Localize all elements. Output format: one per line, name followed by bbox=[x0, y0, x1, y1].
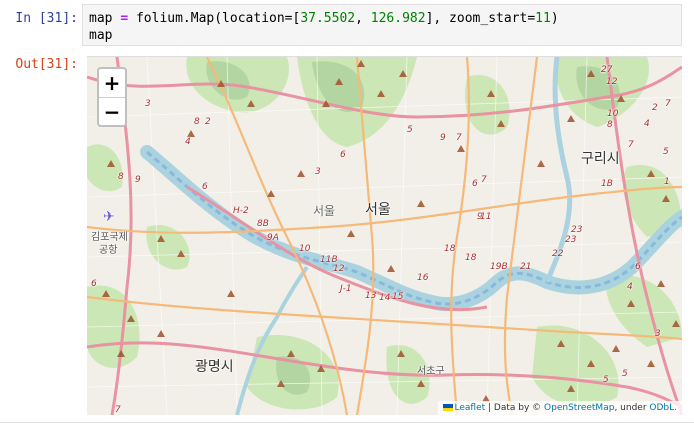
road-number: 8B bbox=[257, 219, 269, 229]
road-number: H-2 bbox=[233, 206, 249, 216]
road-number: 6 bbox=[472, 179, 478, 189]
osm-link[interactable]: OpenStreetMap bbox=[544, 403, 614, 413]
road-number: 18 bbox=[444, 244, 456, 254]
road-number: 23 bbox=[571, 225, 583, 235]
seocho-label: 서초구 bbox=[417, 366, 445, 377]
code-call: folium.Map(location=[ bbox=[128, 11, 301, 26]
road-number: 6 bbox=[202, 182, 208, 192]
road-number: 3 bbox=[655, 329, 661, 339]
output-prompt: Out[31]: bbox=[15, 57, 78, 72]
code-sep: , bbox=[355, 11, 371, 26]
road-number: 10 bbox=[299, 244, 311, 254]
road-number: 6 bbox=[340, 150, 346, 160]
road-number: 22 bbox=[552, 249, 564, 259]
road-number: 12 bbox=[333, 264, 345, 274]
road-number: 8 bbox=[607, 120, 613, 130]
code-lon: 126.982 bbox=[370, 11, 426, 26]
road-number: 9 bbox=[135, 175, 141, 185]
gwangmyeong-label: 광명시 bbox=[195, 359, 234, 375]
road-number: 14 bbox=[379, 293, 391, 303]
attribution-under: , under bbox=[614, 403, 650, 413]
code-lat: 37.5502 bbox=[300, 11, 356, 26]
road-number: 5 bbox=[603, 375, 609, 385]
zoom-in-button[interactable]: + bbox=[99, 69, 125, 98]
road-number: 8 bbox=[194, 117, 200, 127]
road-number: 9A bbox=[267, 233, 279, 243]
road-number: 12 bbox=[606, 77, 618, 87]
code-cell[interactable]: map = folium.Map(location=[37.5502, 126.… bbox=[82, 4, 682, 46]
zoom-control: + − bbox=[97, 67, 127, 127]
folium-map[interactable]: 서울 서울 구리시 광명시 김포국제 공항 서초구 ✈ 2 12 8 2 10 5 8 9 4 6… bbox=[87, 56, 682, 415]
road-number: 2 bbox=[652, 103, 658, 113]
code-var: map bbox=[89, 11, 113, 26]
map-tiles[interactable] bbox=[87, 57, 682, 415]
input-prompt: In [31]: bbox=[15, 11, 78, 26]
cell-divider bbox=[0, 422, 694, 423]
gimpo-airport-label-2: 공항 bbox=[99, 245, 118, 256]
code-close: ) bbox=[550, 11, 559, 26]
road-number: 13 bbox=[365, 291, 377, 301]
map-attribution: Leaflet | Data by © OpenStreetMap, under… bbox=[437, 401, 682, 415]
code-line-2: map bbox=[89, 28, 113, 43]
road-number: 23 bbox=[565, 235, 577, 245]
road-number: 3 bbox=[315, 167, 321, 177]
road-number: 4 bbox=[644, 119, 650, 129]
road-number: 6 bbox=[91, 279, 97, 289]
road-number: 7 bbox=[115, 405, 121, 415]
road-number: 7 bbox=[665, 99, 671, 109]
code-operator: = bbox=[120, 11, 129, 26]
odbl-link[interactable]: ODbL. bbox=[649, 403, 677, 413]
road-number: 5 bbox=[622, 369, 628, 379]
zoom-out-button[interactable]: − bbox=[99, 98, 125, 126]
road-number: 15 bbox=[392, 292, 404, 302]
road-number: 5 bbox=[663, 147, 669, 157]
road-number: 4 bbox=[627, 282, 633, 292]
road-number: 5 bbox=[407, 125, 413, 135]
road-number: J-1 bbox=[340, 284, 352, 294]
road-number: 7 bbox=[628, 140, 634, 150]
road-number: 9 bbox=[440, 133, 446, 143]
attribution-data-by: | Data by © bbox=[485, 403, 545, 413]
road-number: 1 bbox=[664, 177, 670, 187]
code-zoom: 11 bbox=[535, 11, 551, 26]
road-number: 16 bbox=[417, 273, 429, 283]
leaflet-link[interactable]: Leaflet bbox=[455, 403, 486, 413]
road-number: 1B bbox=[601, 179, 613, 189]
road-number: 3 bbox=[145, 99, 151, 109]
road-number: 19B bbox=[490, 262, 508, 272]
road-number: 10 bbox=[607, 109, 619, 119]
code-line-1: map = folium.Map(location=[37.5502, 126.… bbox=[89, 10, 675, 27]
road-number: 18 bbox=[465, 253, 477, 263]
road-number: 8 bbox=[118, 172, 124, 182]
airport-icon: ✈ bbox=[103, 209, 115, 225]
code-kwarg: ], zoom_start= bbox=[425, 11, 536, 26]
road-number: 6 bbox=[635, 262, 641, 272]
ukraine-flag-icon bbox=[442, 404, 453, 411]
seoul-label: 서울 bbox=[365, 202, 391, 218]
road-number: 21 bbox=[520, 262, 532, 272]
seoul-faint-label: 서울 bbox=[313, 204, 336, 218]
road-number: 7 bbox=[481, 175, 487, 185]
road-number: 27 bbox=[601, 65, 613, 75]
road-number: 11 bbox=[480, 212, 492, 222]
road-number: 4 bbox=[185, 137, 191, 147]
road-number: 2 bbox=[205, 117, 211, 127]
guri-label: 구리시 bbox=[581, 151, 620, 167]
road-number: 7 bbox=[456, 133, 462, 143]
